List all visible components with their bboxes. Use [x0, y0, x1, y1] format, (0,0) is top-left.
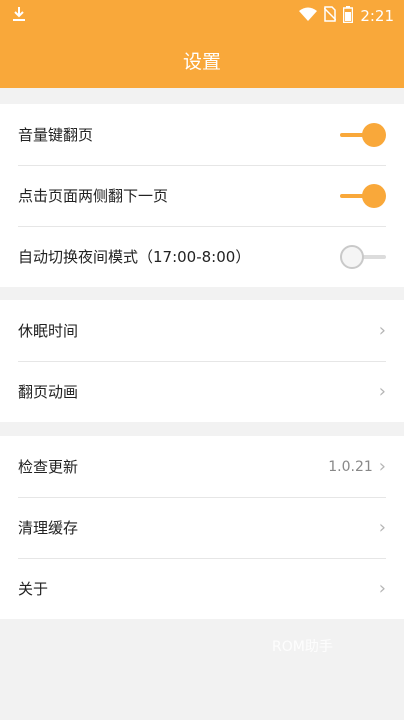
settings-group-page: 休眠时间 › 翻页动画 ›	[0, 300, 404, 422]
chevron-right-icon: ›	[378, 455, 386, 477]
setting-label: 音量键翻页	[18, 126, 94, 144]
watermark: ROM助手	[272, 639, 333, 655]
setting-row-sleep-time[interactable]: 休眠时间 ›	[0, 300, 404, 361]
settings-group-app: 检查更新 1.0.21 › 清理缓存 › 关于 ›	[0, 436, 404, 619]
chevron-right-icon: ›	[378, 380, 386, 402]
switch-knob	[340, 244, 364, 269]
page-title: 设置	[182, 50, 221, 73]
setting-row-auto-night-mode[interactable]: 自动切换夜间模式（17:00-8:00）	[0, 226, 404, 287]
status-left	[12, 6, 26, 26]
setting-label: 清理缓存	[18, 519, 79, 537]
chevron-right-icon: ›	[378, 516, 386, 538]
row-right: ›	[378, 380, 386, 402]
no-sim-icon	[323, 6, 337, 26]
status-bar: 2:21	[0, 0, 404, 32]
download-icon	[12, 6, 26, 26]
row-right: ›	[378, 577, 386, 599]
wifi-icon	[299, 7, 318, 25]
row-right: ›	[378, 319, 386, 341]
setting-label: 检查更新	[18, 458, 79, 476]
setting-row-page-animation[interactable]: 翻页动画 ›	[0, 361, 404, 422]
setting-row-tap-sides-next-page[interactable]: 点击页面两侧翻下一页	[0, 165, 404, 226]
app-bar: 设置	[0, 32, 404, 88]
status-right: 2:21	[299, 5, 394, 27]
switch-knob	[362, 183, 386, 208]
setting-row-volume-key-page[interactable]: 音量键翻页	[0, 104, 404, 165]
settings-group-reading: 音量键翻页 点击页面两侧翻下一页 自动切换夜间模式（17:00-8:00）	[0, 104, 404, 287]
row-right: 1.0.21 ›	[328, 455, 386, 477]
setting-label: 翻页动画	[18, 383, 79, 401]
setting-label: 自动切换夜间模式（17:00-8:00）	[18, 248, 251, 266]
setting-row-check-update[interactable]: 检查更新 1.0.21 ›	[0, 436, 404, 497]
setting-row-clear-cache[interactable]: 清理缓存 ›	[0, 497, 404, 558]
tap-sides-next-page-switch[interactable]	[340, 183, 386, 208]
setting-label: 休眠时间	[18, 322, 79, 340]
chevron-right-icon: ›	[378, 577, 386, 599]
auto-night-mode-switch[interactable]	[340, 244, 386, 269]
status-time: 2:21	[360, 7, 394, 25]
setting-label: 点击页面两侧翻下一页	[18, 187, 169, 205]
row-right: ›	[378, 516, 386, 538]
chevron-right-icon: ›	[378, 319, 386, 341]
version-value: 1.0.21	[328, 458, 373, 475]
switch-knob	[362, 122, 386, 147]
setting-row-about[interactable]: 关于 ›	[0, 558, 404, 619]
battery-icon	[343, 5, 354, 27]
setting-label: 关于	[18, 580, 49, 598]
volume-key-page-switch[interactable]	[340, 122, 386, 147]
